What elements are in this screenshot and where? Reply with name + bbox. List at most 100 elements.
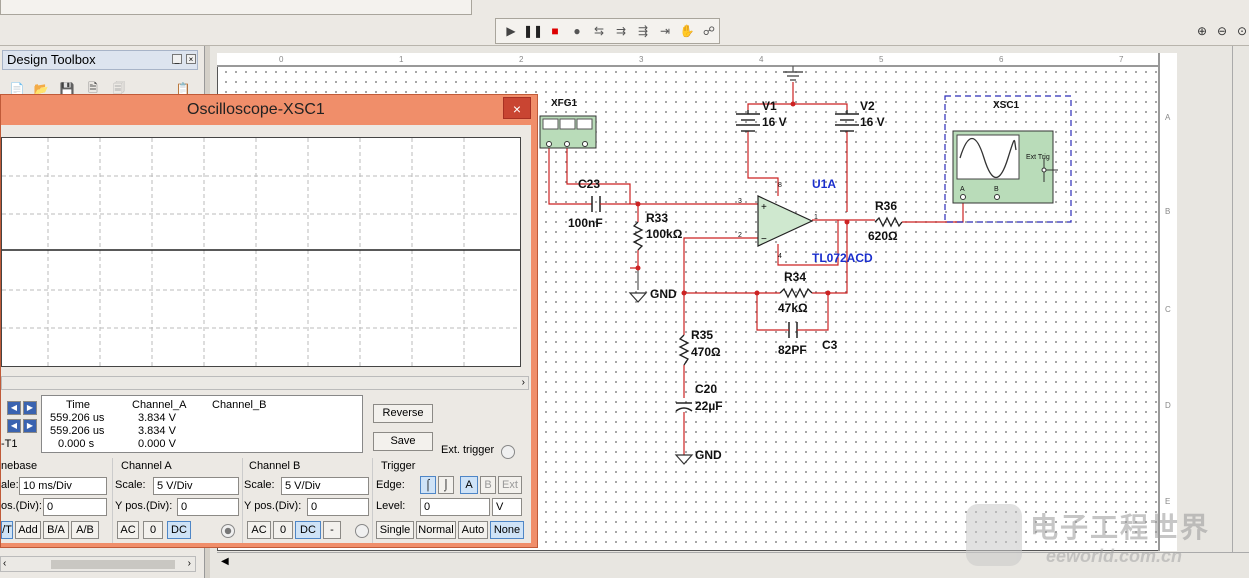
resistor-r33[interactable] bbox=[632, 221, 644, 251]
channel-a-ac-button[interactable]: AC bbox=[117, 521, 139, 539]
trigger-level-label: Level: bbox=[376, 500, 406, 512]
watermark: 电子工程世界 eeworld.com.cn bbox=[962, 500, 1249, 572]
trigger-group: Trigger Edge: ⌠ ⌡ A B Ext Level: 0 V Sin… bbox=[373, 458, 529, 543]
ext-trigger-terminal[interactable] bbox=[501, 445, 515, 459]
pin-4: 4 bbox=[778, 253, 782, 260]
scope-horizontal-scrollbar[interactable]: › bbox=[1, 376, 529, 390]
label-r34: R34 bbox=[784, 270, 806, 284]
trigger-level-unit[interactable]: V bbox=[492, 498, 522, 516]
wire bbox=[805, 293, 829, 331]
junction bbox=[790, 101, 796, 107]
label-xfg1: XFG1 bbox=[551, 98, 578, 109]
scroll-right-icon[interactable]: › bbox=[522, 377, 525, 388]
trigger-title: Trigger bbox=[381, 460, 416, 472]
channel-a-scale-input[interactable]: 5 V/Div bbox=[153, 477, 239, 495]
channel-b-pos-label: Y pos.(Div): bbox=[244, 500, 302, 512]
cursor1-left-icon[interactable]: ◀ bbox=[7, 401, 21, 415]
label-r33-value: 100kΩ bbox=[646, 227, 683, 241]
ext-trigger-label: Ext. trigger bbox=[441, 444, 495, 456]
timebase-scale-label: ale: bbox=[1, 479, 19, 491]
readout-header-time: Time bbox=[66, 399, 91, 411]
channel-b-scale-input[interactable]: 5 V/Div bbox=[281, 477, 369, 495]
junction bbox=[681, 290, 687, 296]
falling-edge-icon[interactable]: ⌡ bbox=[438, 476, 454, 494]
trigger-level-input[interactable]: 0 bbox=[420, 498, 490, 516]
scope-display bbox=[1, 137, 521, 367]
label-r33: R33 bbox=[646, 211, 668, 225]
battery-v2[interactable] bbox=[835, 110, 859, 132]
readout-t1-a: 3.834 V bbox=[138, 412, 176, 424]
channel-a-pos-input[interactable]: 0 bbox=[177, 498, 239, 516]
channel-b-zero-button[interactable]: 0 bbox=[273, 521, 293, 539]
save-button[interactable]: Save bbox=[373, 432, 433, 451]
close-button[interactable]: × bbox=[503, 97, 531, 119]
function-generator-xfg1[interactable] bbox=[539, 115, 597, 149]
trigger-b-button[interactable]: B bbox=[480, 476, 496, 494]
label-r35-value: 470Ω bbox=[691, 345, 721, 359]
toolbox-scroll-left-icon[interactable]: ‹ bbox=[3, 558, 6, 569]
label-xsc-a: A bbox=[960, 186, 965, 193]
channel-b-terminal[interactable] bbox=[355, 524, 369, 538]
reverse-button[interactable]: Reverse bbox=[373, 404, 433, 423]
trigger-ext-button[interactable]: Ext bbox=[498, 476, 522, 494]
scope-grid bbox=[2, 138, 520, 366]
opamp-u1a[interactable]: + − bbox=[757, 195, 814, 247]
channel-b-ac-button[interactable]: AC bbox=[247, 521, 271, 539]
battery-v1[interactable] bbox=[736, 110, 760, 132]
wires bbox=[548, 82, 964, 455]
auto-button[interactable]: Auto bbox=[458, 521, 488, 539]
readout-row-label: -T1 bbox=[1, 438, 18, 450]
pin-8: 8 bbox=[778, 182, 782, 189]
capacitor-c20[interactable] bbox=[675, 402, 693, 412]
toolbox-scroll-right-icon[interactable]: › bbox=[188, 558, 191, 569]
ground-symbol-2 bbox=[674, 454, 694, 465]
timebase-scale-input[interactable]: 10 ms/Div bbox=[19, 477, 107, 495]
add-button[interactable]: Add bbox=[15, 521, 41, 539]
resistor-r34[interactable] bbox=[779, 287, 813, 299]
wire bbox=[747, 131, 779, 196]
channel-a-scale-label: Scale: bbox=[115, 479, 146, 491]
resistor-r35[interactable] bbox=[678, 334, 690, 366]
channel-b-minus-button[interactable]: - bbox=[323, 521, 341, 539]
label-xsc1: XSC1 bbox=[993, 100, 1020, 111]
junction bbox=[754, 290, 760, 296]
wire bbox=[566, 148, 631, 204]
timebase-pos-label: os.(Div): bbox=[1, 500, 42, 512]
a-over-b-button[interactable]: A/B bbox=[71, 521, 99, 539]
cursor2-left-icon[interactable]: ◀ bbox=[7, 419, 21, 433]
label-xsc-ext: Ext Trig bbox=[1026, 154, 1050, 161]
capacitor-c23[interactable] bbox=[591, 196, 608, 212]
rising-edge-icon[interactable]: ⌠ bbox=[420, 476, 436, 494]
label-xsc-b: B bbox=[994, 186, 999, 193]
label-gnd-1: GND bbox=[650, 287, 677, 301]
normal-button[interactable]: Normal bbox=[416, 521, 456, 539]
toolbox-scroll-thumb[interactable] bbox=[51, 560, 175, 569]
b-over-a-button[interactable]: B/A bbox=[43, 521, 69, 539]
yt-button[interactable]: /T bbox=[1, 521, 13, 539]
wire bbox=[793, 103, 848, 110]
channel-b-pos-input[interactable]: 0 bbox=[307, 498, 369, 516]
oscilloscope-xsc1[interactable] bbox=[944, 95, 1072, 223]
readout-t2-a: 3.834 V bbox=[138, 425, 176, 437]
capacitor-c3[interactable] bbox=[785, 322, 805, 338]
junction bbox=[844, 219, 850, 225]
cursor2-right-icon[interactable]: ▶ bbox=[23, 419, 37, 433]
channel-a-terminal[interactable] bbox=[221, 524, 235, 538]
channel-b-title: Channel B bbox=[249, 460, 301, 472]
wire bbox=[683, 237, 785, 331]
readout-t1-time: 559.206 us bbox=[50, 412, 105, 424]
cursor1-right-icon[interactable]: ▶ bbox=[23, 401, 37, 415]
toolbox-scrollbar[interactable]: ‹ › bbox=[0, 556, 196, 572]
none-button[interactable]: None bbox=[490, 521, 524, 539]
single-button[interactable]: Single bbox=[376, 521, 414, 539]
channel-b-dc-button[interactable]: DC bbox=[295, 521, 321, 539]
oscilloscope-body: › ◀ ▶ ◀ ▶ -T1 Time Channel_A Channel_B 5… bbox=[1, 125, 531, 543]
trigger-a-button[interactable]: A bbox=[460, 476, 478, 494]
label-c20-value: 22µF bbox=[695, 399, 723, 413]
label-u1a: U1A bbox=[812, 177, 836, 191]
resistor-r36[interactable] bbox=[874, 216, 903, 228]
svg-text:−: − bbox=[761, 234, 767, 245]
timebase-pos-input[interactable]: 0 bbox=[43, 498, 107, 516]
channel-a-dc-button[interactable]: DC bbox=[167, 521, 191, 539]
channel-a-zero-button[interactable]: 0 bbox=[143, 521, 163, 539]
